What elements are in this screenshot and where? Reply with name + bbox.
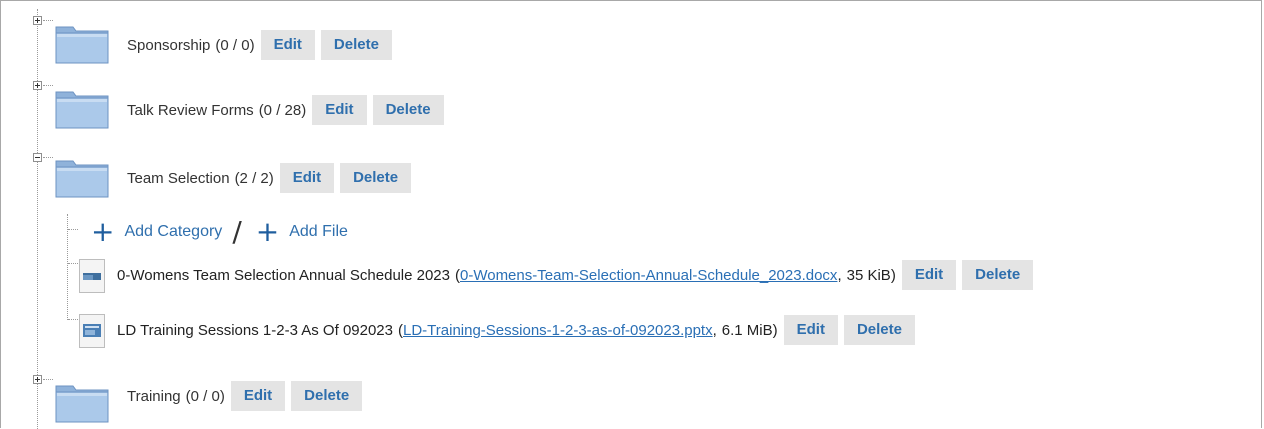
category-count: (0 / 0)	[215, 36, 255, 54]
file-download-link[interactable]: LD-Training-Sessions-1-2-3-as-of-092023.…	[403, 322, 713, 339]
file-download-link[interactable]: 0-Womens-Team-Selection-Annual-Schedule_…	[460, 267, 837, 284]
add-category-link[interactable]: + Add Category	[91, 218, 222, 246]
delete-button[interactable]: Delete	[372, 95, 444, 125]
category-count: (2 / 2)	[234, 169, 274, 187]
delete-button[interactable]: Delete	[340, 163, 412, 193]
file-row-ld-training-sessions: LD Training Sessions 1-2-3 As Of 092023 …	[117, 315, 915, 345]
plus-icon: +	[91, 215, 115, 248]
category-row-team-selection: Team Selection (2 / 2) Edit Delete	[127, 163, 412, 193]
category-name: Training	[127, 387, 181, 405]
comma: ,	[837, 266, 842, 284]
presentation-thumbnail-icon[interactable]	[79, 314, 105, 348]
expand-toggle-talk-review-forms[interactable]	[33, 81, 42, 90]
edit-button[interactable]: Edit	[279, 163, 335, 193]
delete-button[interactable]: Delete	[320, 30, 392, 60]
document-thumbnail-icon[interactable]	[79, 259, 105, 293]
category-row-talk-review-forms: Talk Review Forms (0 / 28) Edit Delete	[127, 95, 444, 125]
tree-branch	[43, 85, 53, 86]
close-paren: )	[772, 321, 778, 339]
comma: ,	[712, 321, 717, 339]
folder-icon	[55, 91, 109, 129]
file-title: LD Training Sessions 1-2-3 As Of 092023	[117, 321, 393, 339]
expand-toggle-sponsorship[interactable]	[33, 16, 42, 25]
close-paren: )	[890, 266, 896, 284]
delete-button[interactable]: Delete	[291, 381, 363, 411]
category-row-training: Training (0 / 0) Edit Delete	[127, 381, 363, 411]
category-row-sponsorship: Sponsorship (0 / 0) Edit Delete	[127, 30, 392, 60]
plus-icon: +	[255, 215, 280, 248]
tree-branch	[43, 20, 53, 21]
file-title: 0-Womens Team Selection Annual Schedule …	[117, 266, 450, 284]
expand-toggle-training[interactable]	[33, 375, 42, 384]
add-actions-row: + Add Category / + Add File	[91, 217, 348, 247]
add-file-label: Add File	[289, 223, 348, 240]
edit-button[interactable]: Edit	[312, 95, 367, 125]
tree-guide-line	[37, 9, 38, 429]
file-size: 6.1 MiB	[721, 321, 773, 339]
file-size: 35 KiB	[846, 266, 891, 284]
category-name: Team Selection	[127, 169, 230, 187]
delete-button[interactable]: Delete	[843, 315, 915, 345]
folder-icon	[55, 26, 109, 64]
tree-branch	[68, 263, 78, 264]
tree-branch	[43, 157, 53, 158]
delete-button[interactable]: Delete	[962, 260, 1034, 290]
category-count: (0 / 0)	[185, 387, 225, 405]
add-file-link[interactable]: + Add File	[256, 218, 348, 246]
edit-button[interactable]: Edit	[230, 381, 286, 411]
edit-button[interactable]: Edit	[260, 30, 315, 60]
tree-branch	[43, 379, 53, 380]
separator: /	[232, 215, 242, 248]
category-name: Sponsorship	[127, 36, 211, 54]
file-row-womens-team-selection: 0-Womens Team Selection Annual Schedule …	[117, 260, 1034, 290]
collapse-toggle-team-selection[interactable]	[33, 153, 42, 162]
folder-icon	[55, 385, 109, 423]
category-count: (0 / 28)	[258, 101, 307, 119]
category-name: Talk Review Forms	[127, 101, 254, 119]
tree-branch	[68, 229, 78, 230]
tree-branch	[68, 319, 78, 320]
category-tree-panel: Sponsorship (0 / 0) Edit Delete Talk Rev…	[0, 0, 1262, 429]
edit-button[interactable]: Edit	[783, 315, 838, 345]
folder-icon	[55, 160, 109, 198]
edit-button[interactable]: Edit	[901, 260, 957, 290]
add-category-label: Add Category	[124, 223, 223, 240]
